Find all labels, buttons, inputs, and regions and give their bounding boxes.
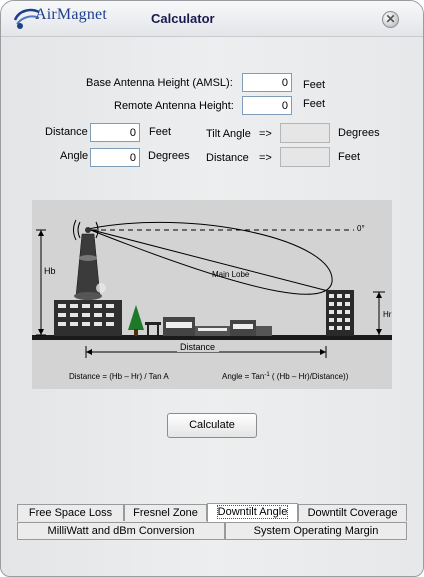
tilt-angle-unit: Degrees — [338, 127, 380, 139]
distance-input[interactable] — [90, 123, 140, 142]
distance-formula: Distance = (Hb – Hr) / Tan A — [69, 372, 169, 381]
bench-icon — [145, 322, 161, 325]
angle-input[interactable] — [90, 148, 140, 167]
base-height-unit: Feet — [303, 79, 326, 91]
antenna-icon — [85, 227, 91, 233]
remote-height-label: Remote Antenna Height: — [114, 100, 234, 112]
distance-unit: Feet — [149, 126, 172, 138]
close-icon[interactable]: ✕ — [382, 11, 399, 28]
title-bar: AirMagnet Calculator ✕ — [1, 1, 423, 37]
tab-milliwatt-dbm-conversion[interactable]: MilliWatt and dBm Conversion — [17, 522, 225, 540]
output-distance-unit: Feet — [338, 151, 361, 163]
tilt-arrow: => — [259, 128, 272, 140]
main-lobe-label: Main Lobe — [212, 270, 250, 279]
tilt-angle-label: Tilt Angle — [206, 128, 251, 140]
calculator-window: AirMagnet Calculator ✕ Base Antenna Heig… — [0, 0, 424, 577]
angle-unit: Degrees — [148, 150, 190, 162]
angle-label: Angle — [60, 150, 89, 162]
remote-height-unit: Feet — [303, 98, 326, 110]
distance-label: Distance — [45, 126, 88, 138]
tab-downtilt-angle[interactable]: Downtilt Angle — [207, 503, 298, 522]
hr-label: Hr — [383, 310, 392, 319]
tab-fresnel-zone[interactable]: Fresnel Zone — [124, 504, 207, 521]
tab-system-operating-margin[interactable]: System Operating Margin — [225, 522, 407, 540]
calculate-button[interactable]: Calculate — [167, 413, 257, 438]
tab-downtilt-coverage[interactable]: Downtilt Coverage — [298, 504, 407, 521]
output-distance-arrow: => — [259, 152, 272, 164]
brand-name: AirMagnet — [35, 6, 108, 23]
tab-free-space-loss[interactable]: Free Space Loss — [17, 504, 124, 521]
tilt-angle-output — [280, 123, 330, 143]
output-distance-field — [280, 147, 330, 167]
downtilt-line — [87, 228, 333, 293]
hb-label: Hb — [44, 266, 56, 276]
tree-icon — [128, 305, 144, 330]
output-distance-label: Distance — [206, 152, 249, 164]
tab-downtilt-angle-label: Downtilt Angle — [216, 505, 289, 519]
downtilt-diagram: 0° Main Lobe Hb Hr Distance Distance = (… — [32, 200, 392, 389]
zero-degree-label: 0° — [357, 224, 365, 233]
main-lobe-shape — [86, 221, 333, 295]
angle-formula: Angle = Tan-1 ( (Hb – Hr)/Distance)) — [222, 372, 349, 381]
remote-height-input[interactable] — [242, 96, 292, 115]
base-height-label: Base Antenna Height (AMSL): — [86, 77, 233, 89]
window-title: Calculator — [151, 11, 215, 26]
distance-dimension-label: Distance — [180, 342, 215, 352]
base-height-input[interactable] — [242, 73, 292, 92]
